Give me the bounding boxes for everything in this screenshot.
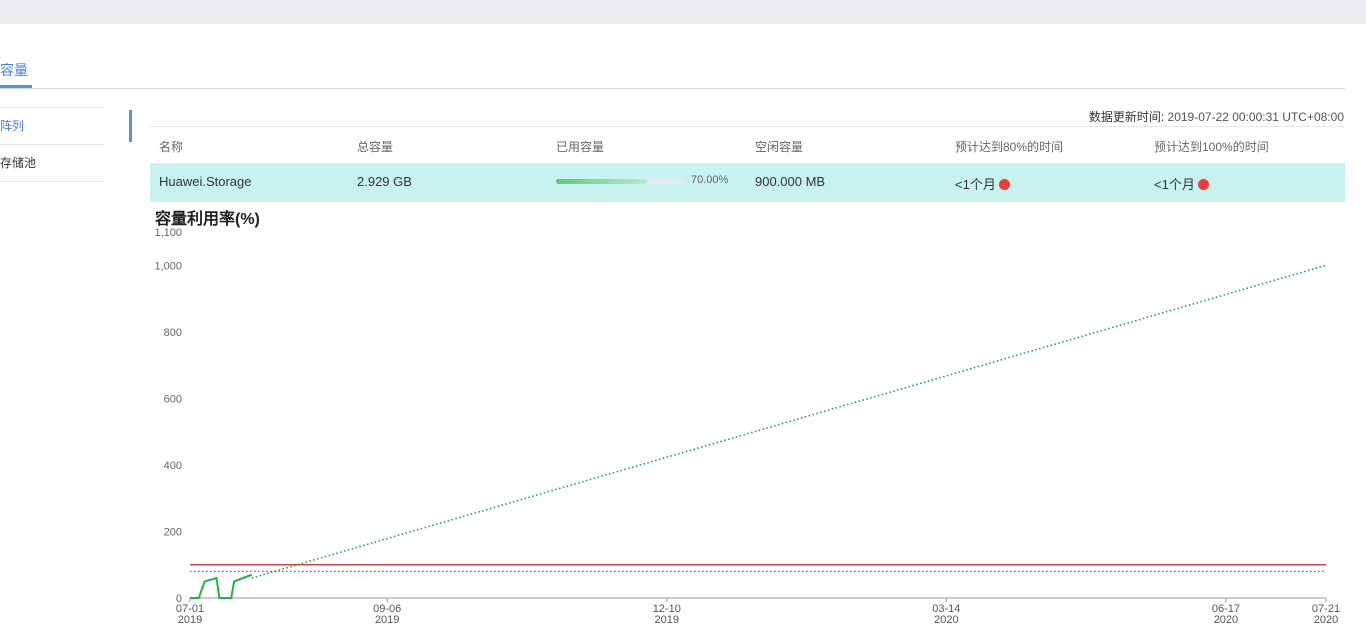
y-tick-label: 400	[164, 460, 182, 472]
x-tick-year: 2019	[178, 614, 202, 626]
x-tick-year: 2020	[934, 614, 958, 626]
x-tick-year: 2020	[1314, 614, 1338, 626]
forecast-series-line	[251, 264, 1327, 579]
y-tick-label: 1,100	[154, 227, 182, 239]
y-tick-label: 800	[164, 327, 182, 339]
y-tick-label: 1,000	[154, 260, 182, 272]
x-tick-year: 2019	[375, 614, 399, 626]
y-tick-label: 200	[164, 526, 182, 538]
utilization-series-line	[190, 573, 253, 599]
y-tick-label: 600	[164, 393, 182, 405]
x-tick-year: 2020	[1214, 614, 1238, 626]
x-tick-year: 2019	[655, 614, 679, 626]
capacity-utilization-chart: 02004006008001,0001,10007-01201909-06201…	[154, 227, 1340, 626]
